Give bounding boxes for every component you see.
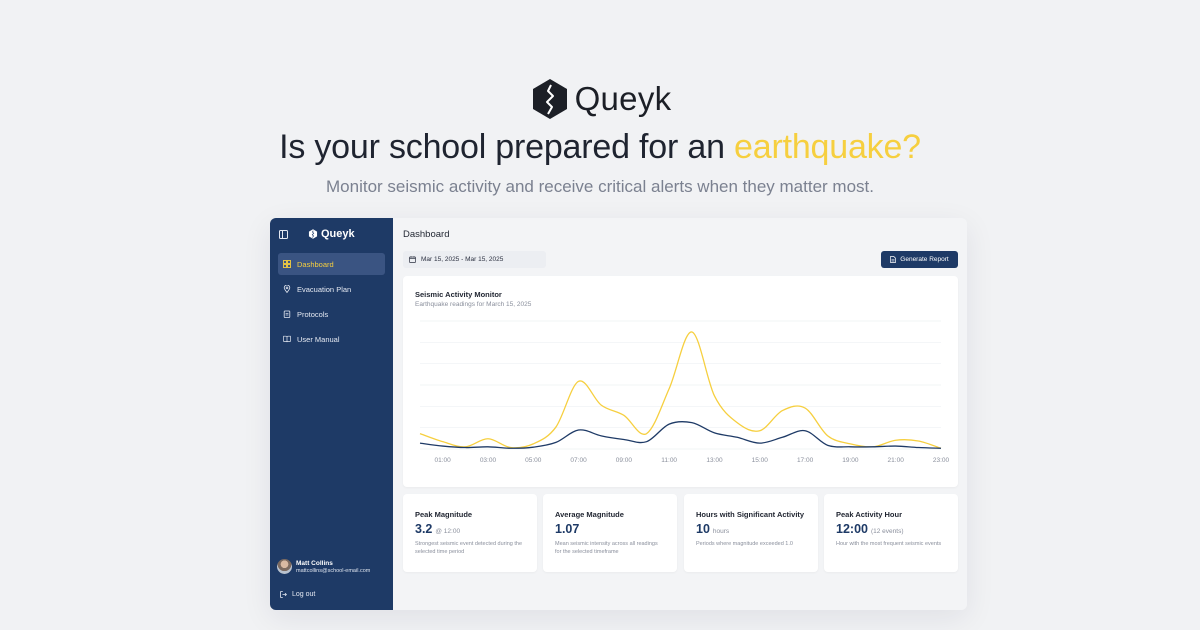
stat-card-peak-hour: Peak Activity Hour 12:00 (12 events) Hou… [824,494,958,572]
x-tick-label: 17:00 [797,457,814,464]
user-name: Matt Collins [296,559,333,567]
x-tick-label: 11:00 [661,457,677,464]
book-icon [283,335,291,343]
date-range-value: Mar 15, 2025 - Mar 15, 2025 [421,256,504,263]
stat-description: Mean seismic intensity across all readin… [555,541,658,555]
stat-value: 1.07 [555,522,580,536]
logout-button[interactable]: Log out [280,591,315,598]
clipboard-icon [283,310,291,318]
page-title: Dashboard [403,229,450,240]
x-tick-label: 09:00 [616,457,633,464]
queyk-logo-icon [532,79,567,119]
x-tick-label: 03:00 [480,457,497,464]
stat-suffix: hours [712,528,730,535]
sidebar-toggle-icon[interactable] [279,229,288,239]
sidebar-item-label: Protocols [297,309,329,319]
sidebar-item-dashboard[interactable]: Dashboard [278,253,385,275]
logout-icon [280,591,287,598]
sidebar-item-evacuation-plan[interactable]: Evacuation Plan [278,278,385,300]
logout-label: Log out [292,591,316,598]
x-tick-label: 23:00 [933,457,950,464]
user-profile[interactable]: Matt Collins mattcollins@school-email.co… [277,559,370,574]
stat-description: Hour with the most frequent seismic even… [836,541,942,547]
sidebar-header: Queyk [270,218,393,250]
app-window: Queyk Dashboard Evacuation Plan Protocol… [270,218,967,610]
stat-card-average-magnitude: Average Magnitude 1.07 Mean seismic inte… [543,494,677,572]
sidebar-brand-name: Queyk [321,228,355,240]
dashboard-icon [283,260,291,268]
avatar [277,559,292,574]
x-tick-label: 07:00 [570,457,587,464]
sidebar: Queyk Dashboard Evacuation Plan Protocol… [270,218,393,610]
stat-value-row: 12:00 (12 events) [836,522,958,536]
generate-report-button[interactable]: Generate Report [881,251,958,268]
sidebar-item-label: Dashboard [297,259,334,269]
x-tick-label: 13:00 [706,457,723,464]
magnitude-series-line [419,331,942,449]
baseline-series-line [419,421,942,449]
sidebar-item-label: Evacuation Plan [297,284,352,294]
document-icon [890,256,897,263]
stat-value-row: 1.07 [555,522,677,536]
map-pin-icon [283,285,291,293]
x-tick-label: 01:00 [435,457,452,464]
seismic-chart-card: Seismic Activity Monitor Earthquake read… [403,276,958,487]
x-tick-label: 21:00 [888,457,905,464]
user-info: Matt Collins mattcollins@school-email.co… [296,560,370,574]
hero-subheadline: Monitor seismic activity and receive cri… [326,177,874,196]
sidebar-item-label: User Manual [297,334,340,344]
sidebar-item-user-manual[interactable]: User Manual [278,328,385,350]
main-content: Dashboard Mar 15, 2025 - Mar 15, 2025 Ge… [393,218,967,610]
sidebar-brand[interactable]: Queyk [308,228,355,240]
stat-description: Periods where magnitude exceeded 1.0 [696,541,793,547]
headline-prefix: Is your school prepared for an [279,128,735,166]
x-tick-label: 15:00 [752,457,769,464]
x-tick-label: 19:00 [842,457,859,464]
stat-value: 10 [696,522,710,536]
stat-suffix: @ 12:00 [435,528,461,535]
hero-logo: Queyk [0,78,1200,120]
seismic-line-chart: 01:00 03:00 05:00 07:00 09:00 11:00 13:00 15:00… [419,320,950,464]
sidebar-nav: Dashboard Evacuation Plan Protocols User… [270,250,393,350]
hero-brand-name: Queyk [574,80,672,117]
date-range-picker[interactable]: Mar 15, 2025 - Mar 15, 2025 [403,251,546,268]
stat-value-row: 10 hours [696,522,818,536]
stat-title: Peak Magnitude [415,510,473,519]
stat-value: 3.2 [415,522,433,536]
stat-title: Hours with Significant Activity [696,510,805,519]
stat-card-peak-magnitude: Peak Magnitude 3.2 @ 12:00 Strongest sei… [403,494,537,572]
hero-headline: Is your school prepared for an earthquak… [0,128,1200,167]
stat-value-row: 3.2 @ 12:00 [415,522,537,536]
queyk-logo-icon [308,229,318,239]
sidebar-item-protocols[interactable]: Protocols [278,303,385,325]
user-email: mattcollins@school-email.com [296,567,371,574]
stat-value: 12:00 [836,522,868,536]
stat-card-significant-hours: Hours with Significant Activity 10 hours… [684,494,818,572]
calendar-icon [409,256,416,263]
stat-suffix: (12 events) [870,528,904,535]
x-tick-label: 05:00 [525,457,542,464]
generate-report-label: Generate Report [900,256,949,263]
stat-title: Peak Activity Hour [836,510,902,519]
headline-accent: earthquake? [734,128,921,166]
stat-description: Strongest seismic event detected during … [415,541,523,555]
stat-title: Average Magnitude [555,510,624,519]
